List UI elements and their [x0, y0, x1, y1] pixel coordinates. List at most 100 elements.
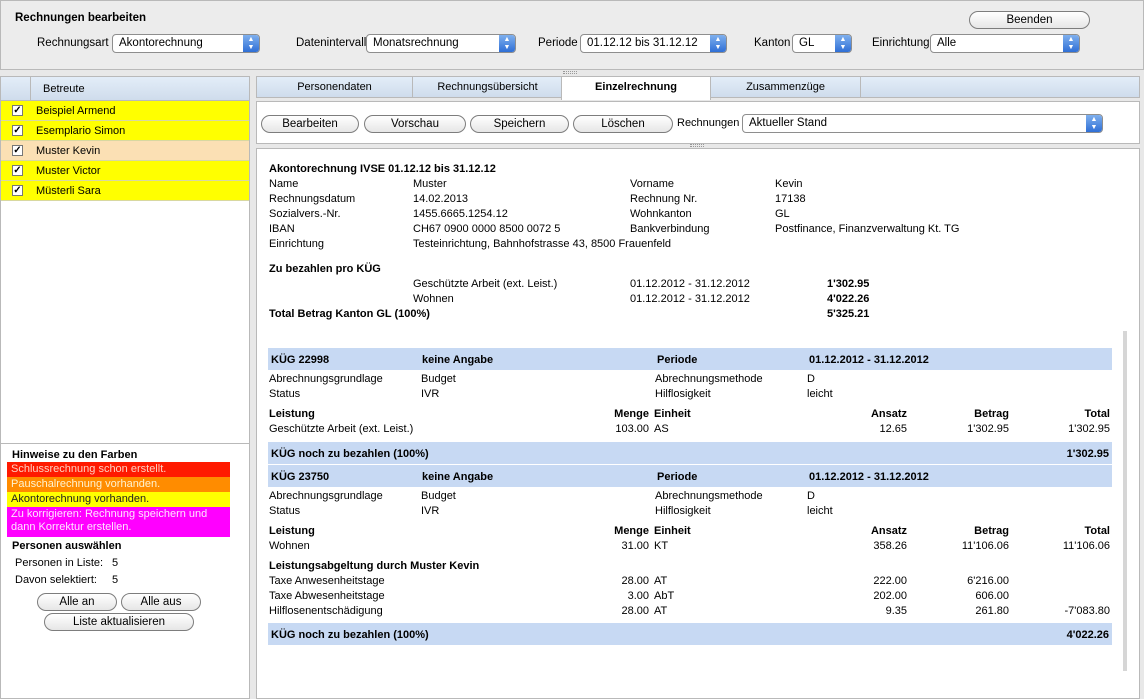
tab-einzelrechnung[interactable]: Einzelrechnung: [561, 76, 711, 100]
status-value: IVR: [421, 505, 440, 517]
select-persons-title: Personen auswählen: [12, 540, 122, 552]
person-checkbox[interactable]: ✓: [12, 165, 23, 176]
col-total: Total: [1084, 408, 1110, 420]
helplessness-value: leicht: [807, 505, 833, 517]
line-ansatz: 12.65: [879, 423, 907, 435]
legend-to-correct: Zu korrigieren: Rechnung speichern und d…: [7, 507, 230, 537]
person-list: ✓ Beispiel Armend ✓ Esemplario Simon ✓ Muster…: [1, 101, 249, 201]
kug-due-label: KÜG noch zu bezahlen (100%): [271, 448, 429, 460]
datenintervall-label: Datenintervall: [296, 37, 367, 49]
col-ansatz: Ansatz: [870, 408, 907, 420]
chevron-updown-icon: ▲ ▼: [1086, 115, 1102, 132]
legend-title: Hinweise zu den Farben: [12, 449, 138, 461]
kanton-select[interactable]: GL ▲ ▼: [792, 34, 852, 53]
person-name: Esemplario Simon: [36, 125, 126, 137]
compensation-leistung: Taxe Anwesenheitstage: [269, 575, 385, 587]
col-einheit: Einheit: [654, 408, 691, 420]
compensation-menge: 3.00: [627, 590, 649, 602]
einrichtung-select[interactable]: Alle ▲ ▼: [930, 34, 1080, 53]
splitter-handle[interactable]: [690, 144, 704, 147]
iban-value: CH67 0900 0000 8500 0072 5: [413, 223, 561, 235]
compensation-betrag: 6'216.00: [967, 575, 1009, 587]
tab-rechnungsuebersicht[interactable]: Rechnungsübersicht: [413, 77, 563, 98]
person-row[interactable]: ✓ Esemplario Simon: [1, 121, 249, 141]
kug-due-value: 1'302.95: [1066, 448, 1109, 460]
tab-zusammenzuege[interactable]: Zusammenzüge: [711, 77, 861, 98]
compensation-leistung: Hilflosenentschädigung: [269, 605, 383, 617]
name-label: Name: [269, 178, 299, 190]
invoice-number-value: 17138: [775, 193, 806, 205]
compensation-title: Leistungsabgeltung durch Muster Kevin: [269, 560, 480, 572]
deselect-all-button[interactable]: Alle aus: [121, 593, 201, 611]
pay-row-period: 01.12.2012 - 31.12.2012: [630, 293, 750, 305]
compensation-ansatz: 202.00: [873, 590, 907, 602]
compensation-einheit: AT: [654, 605, 668, 617]
col-total: Total: [1084, 525, 1110, 537]
chevron-updown-icon: ▲ ▼: [499, 35, 515, 52]
end-button[interactable]: Beenden: [969, 11, 1090, 29]
datenintervall-select[interactable]: Monatsrechnung ▲ ▼: [366, 34, 516, 53]
status-label: Status: [269, 388, 301, 400]
periode-label: Periode: [538, 37, 578, 49]
chevron-updown-icon: ▲ ▼: [835, 35, 851, 52]
person-name: Muster Kevin: [36, 145, 101, 157]
compensation-leistung: Taxe Abwesenheitstage: [269, 590, 385, 602]
col-einheit: Einheit: [654, 525, 691, 537]
kug-id: KÜG 23750: [271, 471, 330, 483]
person-checkbox[interactable]: ✓: [12, 145, 23, 156]
column-header-betreute[interactable]: Betreute: [43, 83, 85, 95]
person-name: Müsterli Sara: [36, 185, 101, 197]
person-checkbox[interactable]: ✓: [12, 125, 23, 136]
refresh-list-button[interactable]: Liste aktualisieren: [44, 613, 194, 631]
kug-info: keine Angabe: [422, 471, 494, 483]
tab-personendaten[interactable]: Personendaten: [257, 77, 413, 98]
person-checkbox[interactable]: ✓: [12, 105, 23, 116]
method-value: D: [807, 373, 815, 385]
person-row[interactable]: ✓ Beispiel Armend: [1, 101, 249, 121]
select-all-button[interactable]: Alle an: [37, 593, 117, 611]
delete-button[interactable]: Löschen: [573, 115, 673, 133]
scrollbar[interactable]: [1123, 331, 1127, 671]
basis-value: Budget: [421, 490, 456, 502]
iban-label: IBAN: [269, 223, 295, 235]
chevron-updown-icon: ▲ ▼: [710, 35, 726, 52]
save-button[interactable]: Speichern: [470, 115, 569, 133]
color-legend-panel: Hinweise zu den Farben Schlussrechnung s…: [0, 443, 250, 699]
compensation-total: -7'083.80: [1064, 605, 1110, 617]
col-leistung: Leistung: [269, 525, 315, 537]
kug-period: 01.12.2012 - 31.12.2012: [809, 471, 929, 483]
invoice-version-select[interactable]: Aktueller Stand ▲ ▼: [742, 114, 1103, 133]
pay-row-label: Wohnen: [413, 293, 454, 305]
invoice-title: Akontorechnung IVSE 01.12.12 bis 31.12.1…: [269, 163, 496, 175]
einrichtung-label: Einrichtung: [872, 37, 930, 49]
col-ansatz: Ansatz: [870, 525, 907, 537]
tab-bar: Personendaten Rechnungsübersicht Einzelr…: [256, 76, 1140, 100]
compensation-ansatz: 9.35: [885, 605, 907, 617]
rechnungsart-select[interactable]: Akontorechnung ▲ ▼: [112, 34, 260, 53]
person-checkbox[interactable]: ✓: [12, 185, 23, 196]
kanton-label: Kanton: [754, 37, 791, 49]
basis-label: Abrechnungsgrundlage: [269, 373, 383, 385]
line-total: 1'302.95: [1068, 423, 1110, 435]
status-label: Status: [269, 505, 301, 517]
edit-button[interactable]: Bearbeiten: [261, 115, 359, 133]
social-security-value: 1455.6665.1254.12: [413, 208, 508, 220]
person-name: Beispiel Armend: [36, 105, 116, 117]
person-row[interactable]: ✓ Muster Victor: [1, 161, 249, 181]
pay-per-kug-title: Zu bezahlen pro KÜG: [269, 263, 381, 275]
kug-period-label: Periode: [657, 471, 698, 483]
chevron-updown-icon: ▲ ▼: [243, 35, 259, 52]
compensation-betrag: 261.80: [975, 605, 1009, 617]
line-einheit: KT: [654, 540, 669, 552]
preview-button[interactable]: Vorschau: [364, 115, 466, 133]
splitter-handle[interactable]: [563, 71, 577, 74]
persons-in-list-count: 5: [112, 557, 119, 569]
periode-select[interactable]: 01.12.12 bis 31.12.12 ▲ ▼: [580, 34, 727, 53]
compensation-einheit: AT: [654, 575, 668, 587]
person-row[interactable]: ✓ Müsterli Sara: [1, 181, 249, 201]
line-total: 11'106.06: [1062, 540, 1110, 552]
persons-in-list-label: Personen in Liste:: [15, 557, 104, 569]
compensation-ansatz: 222.00: [873, 575, 907, 587]
person-row[interactable]: ✓ Muster Kevin: [1, 141, 249, 161]
date-label: Rechnungsdatum: [269, 193, 356, 205]
